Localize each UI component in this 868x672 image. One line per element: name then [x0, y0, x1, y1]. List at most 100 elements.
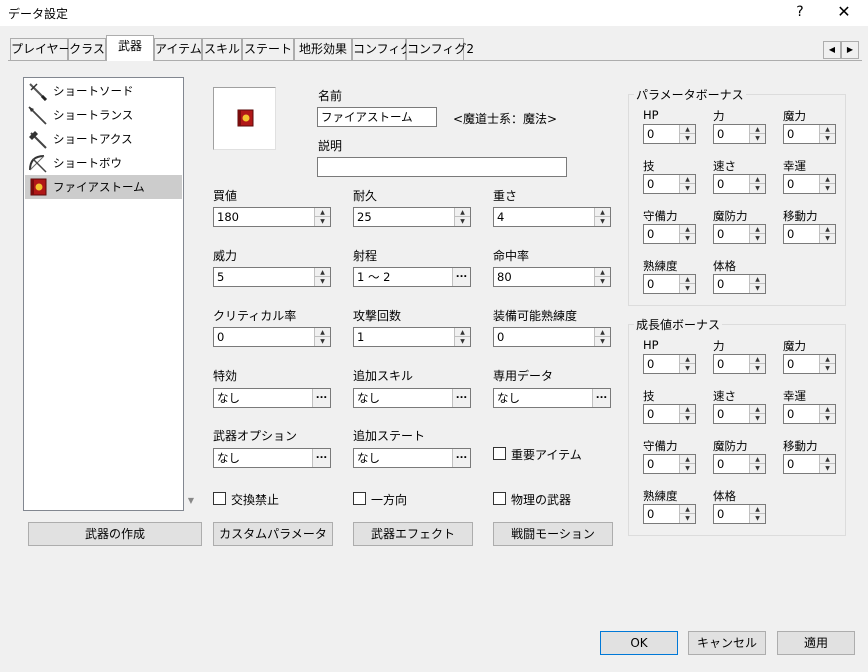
spin-down-icon[interactable]: ▼: [820, 234, 835, 243]
spin-down-icon[interactable]: ▼: [820, 184, 835, 193]
spin-up-icon[interactable]: ▲: [680, 355, 695, 364]
list-item[interactable]: ショートランス: [25, 103, 182, 127]
spin-down-icon[interactable]: ▼: [455, 337, 470, 346]
spin-up-icon[interactable]: ▲: [820, 175, 835, 184]
add-state-picker[interactable]: なし...: [353, 448, 471, 468]
tab-item[interactable]: アイテム: [154, 38, 202, 60]
spin-up-icon[interactable]: ▲: [680, 125, 695, 134]
spin-up-icon[interactable]: ▲: [315, 328, 330, 337]
spin-up-icon[interactable]: ▲: [750, 455, 765, 464]
spin-down-icon[interactable]: ▼: [595, 337, 610, 346]
spin-down-icon[interactable]: ▼: [820, 134, 835, 143]
add-skill-picker[interactable]: なし...: [353, 388, 471, 408]
tab-player[interactable]: プレイヤー: [10, 38, 71, 60]
battle-motion-button[interactable]: 戦闘モーション: [493, 522, 613, 546]
important-item-checkbox[interactable]: [493, 447, 506, 460]
tab-terrain[interactable]: 地形効果: [294, 38, 352, 60]
spin-up-icon[interactable]: ▲: [680, 275, 695, 284]
bonus-stepper[interactable]: 0 ▲ ▼: [643, 224, 696, 244]
bonus-stepper[interactable]: 0 ▲ ▼: [783, 404, 836, 424]
spin-up-icon[interactable]: ▲: [680, 225, 695, 234]
durability-stepper[interactable]: 25 ▲ ▼: [353, 207, 471, 227]
spin-up-icon[interactable]: ▲: [750, 225, 765, 234]
ellipsis-icon[interactable]: ...: [452, 449, 470, 467]
tab-config2[interactable]: コンフィグ2: [406, 38, 474, 60]
spin-up-icon[interactable]: ▲: [680, 455, 695, 464]
bonus-stepper[interactable]: 0 ▲ ▼: [643, 174, 696, 194]
spin-down-icon[interactable]: ▼: [315, 217, 330, 226]
spin-up-icon[interactable]: ▲: [455, 208, 470, 217]
list-scroll-down-icon[interactable]: ▼: [183, 496, 199, 510]
spin-down-icon[interactable]: ▼: [750, 364, 765, 373]
spin-down-icon[interactable]: ▼: [595, 277, 610, 286]
tab-scroll-right-icon[interactable]: ▶: [841, 41, 859, 59]
spin-up-icon[interactable]: ▲: [315, 268, 330, 277]
bonus-stepper[interactable]: 0 ▲ ▼: [713, 354, 766, 374]
weight-stepper[interactable]: 4 ▲ ▼: [493, 207, 611, 227]
spin-up-icon[interactable]: ▲: [750, 405, 765, 414]
tab-weapon[interactable]: 武器: [106, 35, 154, 61]
spin-up-icon[interactable]: ▲: [455, 328, 470, 337]
weapon-list[interactable]: ショートソード ショートランス ショートアクス ショートボウ ファイアストーム: [23, 77, 184, 511]
bonus-stepper[interactable]: 0 ▲ ▼: [783, 354, 836, 374]
spin-down-icon[interactable]: ▼: [315, 277, 330, 286]
spin-down-icon[interactable]: ▼: [680, 184, 695, 193]
bonus-stepper[interactable]: 0 ▲ ▼: [643, 504, 696, 524]
weapon-icon-preview[interactable]: [213, 87, 276, 150]
spin-down-icon[interactable]: ▼: [750, 514, 765, 523]
spin-up-icon[interactable]: ▲: [750, 505, 765, 514]
spin-up-icon[interactable]: ▲: [750, 175, 765, 184]
bonus-stepper[interactable]: 0 ▲ ▼: [783, 224, 836, 244]
tab-skill[interactable]: スキル: [202, 38, 242, 60]
bonus-stepper[interactable]: 0 ▲ ▼: [783, 124, 836, 144]
ellipsis-icon[interactable]: ...: [452, 268, 470, 286]
effective-picker[interactable]: なし...: [213, 388, 331, 408]
spin-down-icon[interactable]: ▼: [750, 464, 765, 473]
proficiency-stepper[interactable]: 0 ▲ ▼: [493, 327, 611, 347]
list-item-selected[interactable]: ファイアストーム: [25, 175, 182, 199]
spin-down-icon[interactable]: ▼: [820, 414, 835, 423]
tab-class[interactable]: クラス: [68, 38, 106, 60]
spin-down-icon[interactable]: ▼: [820, 464, 835, 473]
spin-up-icon[interactable]: ▲: [820, 405, 835, 414]
bonus-stepper[interactable]: 0 ▲ ▼: [713, 124, 766, 144]
spin-up-icon[interactable]: ▲: [680, 505, 695, 514]
range-picker[interactable]: 1 ～ 2...: [353, 267, 471, 287]
bonus-stepper[interactable]: 0 ▲ ▼: [713, 454, 766, 474]
spin-up-icon[interactable]: ▲: [750, 275, 765, 284]
cancel-button[interactable]: キャンセル: [688, 631, 766, 655]
bonus-stepper[interactable]: 0 ▲ ▼: [643, 274, 696, 294]
spin-down-icon[interactable]: ▼: [680, 284, 695, 293]
spin-up-icon[interactable]: ▲: [820, 355, 835, 364]
spin-down-icon[interactable]: ▼: [680, 234, 695, 243]
list-item[interactable]: ショートアクス: [25, 127, 182, 151]
bonus-stepper[interactable]: 0 ▲ ▼: [643, 454, 696, 474]
spin-down-icon[interactable]: ▼: [750, 134, 765, 143]
spin-up-icon[interactable]: ▲: [750, 355, 765, 364]
tab-config[interactable]: コンフィグ: [352, 38, 412, 60]
spin-down-icon[interactable]: ▼: [820, 364, 835, 373]
spin-down-icon[interactable]: ▼: [680, 364, 695, 373]
spin-down-icon[interactable]: ▼: [315, 337, 330, 346]
spin-up-icon[interactable]: ▲: [315, 208, 330, 217]
spin-up-icon[interactable]: ▲: [820, 125, 835, 134]
power-stepper[interactable]: 5 ▲ ▼: [213, 267, 331, 287]
ok-button[interactable]: OK: [600, 631, 678, 655]
spin-down-icon[interactable]: ▼: [680, 464, 695, 473]
bonus-stepper[interactable]: 0 ▲ ▼: [643, 354, 696, 374]
spin-up-icon[interactable]: ▲: [680, 405, 695, 414]
price-stepper[interactable]: 180 ▲ ▼: [213, 207, 331, 227]
ellipsis-icon[interactable]: ...: [312, 389, 330, 407]
name-field[interactable]: ファイアストーム: [317, 107, 437, 127]
spin-down-icon[interactable]: ▼: [680, 134, 695, 143]
spin-down-icon[interactable]: ▼: [680, 514, 695, 523]
spin-up-icon[interactable]: ▲: [820, 455, 835, 464]
create-weapon-button[interactable]: 武器の作成: [28, 522, 202, 546]
spin-down-icon[interactable]: ▼: [455, 217, 470, 226]
bonus-stepper[interactable]: 0 ▲ ▼: [713, 404, 766, 424]
tab-scroll-left-icon[interactable]: ◀: [823, 41, 841, 59]
ellipsis-icon[interactable]: ...: [312, 449, 330, 467]
ellipsis-icon[interactable]: ...: [592, 389, 610, 407]
bonus-stepper[interactable]: 0 ▲ ▼: [783, 174, 836, 194]
close-button[interactable]: ✕: [826, 0, 862, 24]
